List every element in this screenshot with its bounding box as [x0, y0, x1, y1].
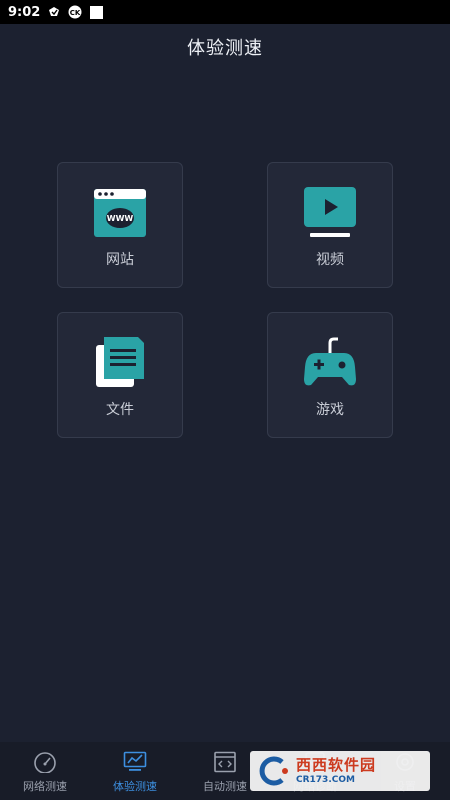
video-play-icon	[302, 185, 358, 241]
tile-video[interactable]: 视频	[267, 162, 393, 288]
watermark-logo: 西西软件园 CR173.COM	[250, 751, 430, 791]
speedometer-icon	[32, 750, 58, 774]
tab-network-speedtest[interactable]: 网络测速	[0, 742, 90, 800]
tab-label: 体验测速	[113, 780, 157, 793]
tile-file[interactable]: 文件	[57, 312, 183, 438]
monitor-chart-icon	[122, 750, 148, 774]
notification-shield-icon	[48, 6, 60, 18]
document-icon	[92, 335, 148, 391]
page-title: 体验测速	[187, 38, 263, 59]
tab-label: 网络测速	[23, 780, 67, 793]
tab-experience-speedtest[interactable]: 体验测速	[90, 742, 180, 800]
tile-website[interactable]: WWW 网站	[57, 162, 183, 288]
svg-text:WWW: WWW	[107, 214, 134, 223]
watermark-main-text: 西西软件园	[296, 755, 377, 774]
notification-app-icon: CK	[68, 5, 82, 19]
tile-label: 视频	[316, 252, 344, 268]
web-browser-icon: WWW	[92, 185, 148, 241]
gamepad-icon	[302, 335, 358, 391]
watermark-sub-text: CR173.COM	[296, 774, 355, 785]
watermark-c-icon	[259, 756, 288, 786]
tile-label: 网站	[106, 252, 134, 268]
tile-label: 游戏	[316, 402, 344, 418]
notification-square-icon	[90, 5, 104, 19]
tile-label: 文件	[106, 402, 134, 418]
status-time: 9:02	[8, 4, 41, 20]
tile-game[interactable]: 游戏	[267, 312, 393, 438]
status-bar: 9:02 CK	[0, 0, 450, 24]
code-window-icon	[212, 750, 238, 774]
svg-text:CK: CK	[70, 9, 81, 17]
